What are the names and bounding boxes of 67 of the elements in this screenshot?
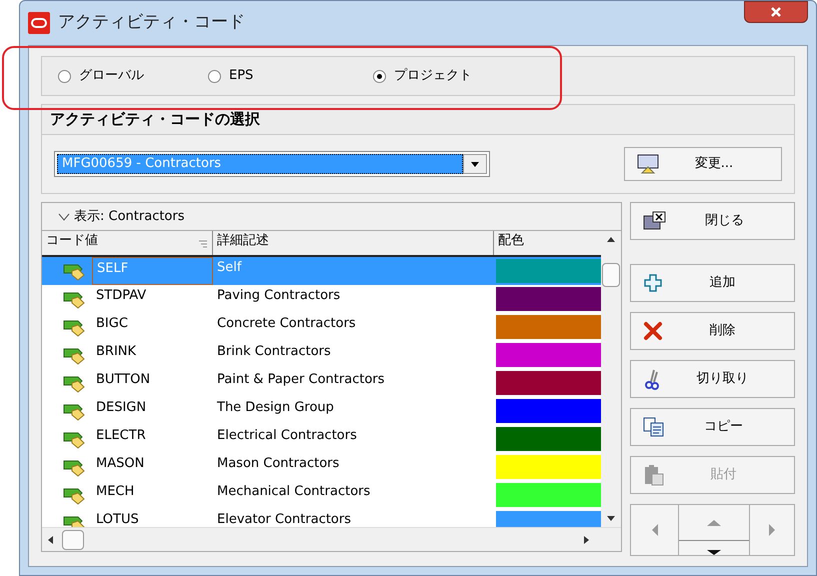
action-button[interactable]: コピー bbox=[630, 408, 795, 446]
delete-icon bbox=[643, 321, 663, 341]
column-header[interactable]: コード値 bbox=[42, 231, 213, 255]
up-arrow-icon bbox=[706, 518, 722, 526]
right-arrow-icon bbox=[768, 523, 776, 537]
description-cell-text: Concrete Contractors bbox=[216, 315, 357, 333]
table-row[interactable]: STDPAV Paving Contractors bbox=[42, 285, 601, 313]
description-cell-text: Paint & Paper Contractors bbox=[216, 371, 386, 389]
table-row[interactable]: LOTUS Elevator Contractors bbox=[42, 509, 601, 527]
scroll-right-icon bbox=[583, 534, 591, 544]
down-arrow-icon bbox=[706, 549, 722, 555]
monitor-icon bbox=[637, 154, 659, 174]
horizontal-scrollbar[interactable] bbox=[42, 527, 621, 551]
scope-radio[interactable]: グローバル bbox=[58, 66, 208, 86]
close-button[interactable] bbox=[744, 1, 808, 23]
vertical-scrollbar[interactable] bbox=[601, 231, 621, 527]
code-cell-text: MASON bbox=[95, 455, 146, 473]
table-row[interactable]: BUTTON Paint & Paper Contractors bbox=[42, 369, 601, 397]
action-button[interactable]: 追加 bbox=[630, 264, 795, 302]
collapse-chevron-icon bbox=[58, 212, 70, 222]
clipboard-icon bbox=[643, 464, 665, 486]
code-cell-text: LOTUS bbox=[95, 511, 140, 527]
code-cell-text: STDPAV bbox=[95, 287, 148, 305]
code-cell-text: MECH bbox=[95, 483, 136, 501]
code-cell-text: BUTTON bbox=[95, 371, 152, 389]
scroll-thumb[interactable] bbox=[62, 530, 84, 550]
window-close-icon bbox=[643, 211, 667, 231]
left-arrow-icon bbox=[650, 523, 658, 537]
table-row[interactable]: BIGC Concrete Contractors bbox=[42, 313, 601, 341]
scroll-up-icon bbox=[606, 235, 616, 243]
description-cell-text: Self bbox=[216, 259, 243, 277]
description-cell-text: Electrical Contractors bbox=[216, 427, 358, 445]
close-icon bbox=[770, 6, 782, 18]
scope-radio[interactable]: EPS bbox=[208, 66, 373, 86]
change-button[interactable]: 変更... bbox=[624, 147, 782, 181]
description-cell-text: Brink Contractors bbox=[216, 343, 332, 361]
scope-radio[interactable]: プロジェクト bbox=[373, 66, 523, 86]
code-cell: SELF bbox=[92, 257, 213, 285]
copy-icon bbox=[643, 417, 665, 437]
code-cell-text: ELECTR bbox=[95, 427, 147, 445]
code-cell-text: BRINK bbox=[95, 343, 138, 361]
app-logo-icon bbox=[28, 12, 50, 34]
window-title: アクティビティ・コード bbox=[58, 11, 245, 34]
table-row[interactable]: ELECTR Electrical Contractors bbox=[42, 425, 601, 453]
plus-icon bbox=[643, 273, 663, 293]
description-cell-text: Mechanical Contractors bbox=[216, 483, 372, 501]
table-row[interactable]: BRINK Brink Contractors bbox=[42, 341, 601, 369]
description-cell-text: Mason Contractors bbox=[216, 455, 340, 473]
section-title: アクティビティ・コードの選択 bbox=[42, 105, 794, 135]
column-header[interactable]: 配色 bbox=[494, 231, 601, 255]
code-cell-text: DESIGN bbox=[95, 399, 148, 417]
action-button[interactable]: 閉じる bbox=[630, 202, 795, 240]
action-button[interactable]: 切り取り bbox=[630, 360, 795, 398]
description-cell-text: Paving Contractors bbox=[216, 287, 342, 305]
table-row[interactable]: DESIGN The Design Group bbox=[42, 397, 601, 425]
column-header[interactable]: 詳細記述 bbox=[213, 231, 494, 255]
scroll-left-icon bbox=[46, 534, 54, 544]
scroll-thumb[interactable] bbox=[602, 263, 620, 287]
filter-label: 表示: Contractors bbox=[74, 208, 185, 226]
sort-icon bbox=[198, 239, 208, 249]
code-cell-text: BIGC bbox=[95, 315, 129, 333]
table-row[interactable]: MECH Mechanical Contractors bbox=[42, 481, 601, 509]
scroll-down-icon bbox=[606, 515, 616, 523]
action-button[interactable]: 削除 bbox=[630, 312, 795, 350]
description-cell-text: Elevator Contractors bbox=[216, 511, 352, 527]
table-row[interactable]: MASON Mason Contractors bbox=[42, 453, 601, 481]
description-cell-text: The Design Group bbox=[216, 399, 335, 417]
